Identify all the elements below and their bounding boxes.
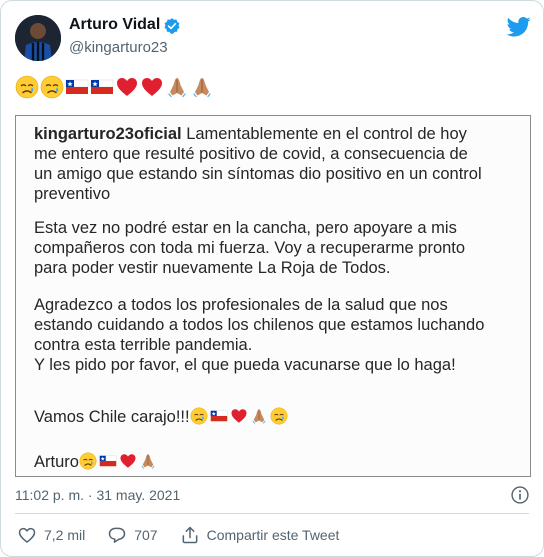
crying-face-icon [270, 407, 288, 425]
author-handle[interactable]: @kingarturo23 [69, 39, 168, 56]
like-count: 7,2 mil [44, 527, 86, 543]
avatar[interactable] [15, 15, 61, 61]
red-heart-icon [140, 75, 164, 99]
chile-flag-icon [90, 75, 114, 99]
share-label: Compartir este Tweet [206, 527, 340, 543]
red-heart-icon [230, 407, 248, 425]
chile-flag-icon [99, 452, 117, 470]
reply-count: 707 [134, 527, 158, 543]
header-emoji-row [15, 74, 214, 100]
post-paragraph-3: Agradezco a todos los profesionales de l… [34, 296, 485, 374]
crying-face-icon [40, 75, 64, 99]
share-icon [182, 526, 198, 544]
red-heart-icon [115, 75, 139, 99]
crying-face-icon [79, 452, 97, 470]
post-paragraph-1: kingarturo23oficial Lamentablemente en e… [34, 125, 482, 203]
tweet-actions: 7,2 mil 707 Compartir este Tweet [17, 525, 361, 545]
twitter-bird-icon[interactable] [507, 17, 531, 37]
post-screenshot-image[interactable]: kingarturo23oficial Lamentablemente en e… [15, 115, 531, 477]
folded-hands-icon [190, 75, 214, 99]
reply-button[interactable]: 707 [107, 525, 158, 545]
tweet-timestamp[interactable]: 11:02 p. m. · 31 may. 2021 [15, 487, 180, 503]
folded-hands-icon [139, 452, 157, 470]
post-paragraph-5: Arturo [34, 452, 159, 472]
share-button[interactable]: Compartir este Tweet [180, 525, 340, 545]
crying-face-icon [190, 407, 208, 425]
divider [15, 513, 529, 514]
chile-flag-icon [65, 75, 89, 99]
post-paragraph-4: Vamos Chile carajo!!! [34, 407, 290, 427]
verified-badge-icon [164, 18, 180, 34]
like-button[interactable]: 7,2 mil [17, 525, 85, 545]
post-username: kingarturo23oficial [34, 125, 182, 143]
tweet-card: Arturo Vidal @kingarturo23 kingarturo23o… [0, 0, 544, 557]
heart-outline-icon [18, 527, 36, 543]
post-paragraph-2: Esta vez no podré estar en la cancha, pe… [34, 219, 466, 277]
author-name[interactable]: Arturo Vidal [69, 16, 160, 34]
crying-face-icon [15, 75, 39, 99]
red-heart-icon [119, 452, 137, 470]
reply-bubble-icon [108, 527, 126, 543]
chile-flag-icon [210, 407, 228, 425]
info-icon[interactable] [510, 485, 530, 505]
folded-hands-icon [250, 407, 268, 425]
folded-hands-icon [165, 75, 189, 99]
